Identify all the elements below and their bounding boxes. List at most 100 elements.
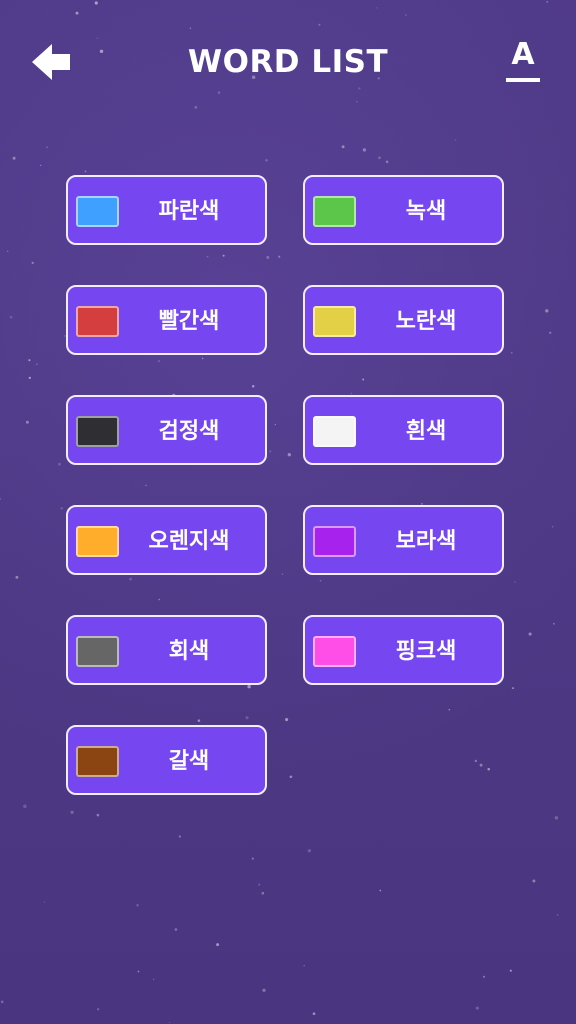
star-dot — [307, 849, 312, 853]
star-dot — [454, 139, 457, 141]
star-dot — [25, 420, 29, 424]
star-dot — [479, 763, 483, 767]
star-dot — [385, 160, 389, 164]
star-dot — [289, 775, 293, 779]
star-dot — [245, 716, 249, 720]
color-swatch — [76, 746, 119, 777]
color-swatch — [313, 196, 356, 227]
star-dot — [278, 255, 281, 258]
star-dot — [362, 378, 365, 381]
word-button[interactable]: 흰색 — [303, 395, 504, 465]
star-dot — [168, 1021, 171, 1024]
color-swatch — [313, 636, 356, 667]
star-dot — [12, 156, 16, 160]
star-dot — [287, 453, 291, 457]
word-button[interactable]: 빨간색 — [66, 285, 267, 355]
star-dot — [474, 759, 478, 763]
star-dot — [137, 970, 140, 973]
star-dot — [57, 462, 62, 466]
star-dot — [158, 360, 160, 363]
star-dot — [341, 145, 345, 149]
star-dot — [197, 719, 201, 722]
star-dot — [378, 156, 381, 160]
word-button[interactable]: 보라색 — [303, 505, 504, 575]
font-toggle-label: A — [511, 37, 535, 72]
color-swatch — [313, 306, 356, 337]
word-label: 회색 — [168, 639, 210, 664]
star-dot — [28, 359, 31, 362]
star-dot — [487, 767, 490, 771]
word-button[interactable]: 핑크색 — [303, 615, 504, 685]
arrow-left-icon — [32, 44, 70, 80]
star-dot — [9, 315, 13, 319]
star-dot — [174, 928, 178, 931]
star-dot — [312, 1012, 316, 1016]
star-dot — [281, 573, 284, 575]
star-dot — [178, 835, 182, 838]
star-dot — [43, 901, 46, 903]
word-button[interactable]: 회색 — [66, 615, 267, 685]
word-label: 노란색 — [395, 309, 457, 334]
star-dot — [84, 170, 87, 173]
star-dot — [545, 309, 549, 313]
star-dot — [60, 507, 63, 510]
page-title: WORD LIST — [187, 44, 389, 80]
star-dot — [266, 255, 270, 259]
star-dot — [31, 261, 34, 265]
star-dot — [136, 904, 139, 907]
word-label: 보라색 — [395, 529, 457, 554]
color-swatch — [313, 416, 356, 447]
star-dot — [15, 575, 19, 579]
star-dot — [556, 914, 559, 916]
star-dot — [319, 579, 322, 582]
star-dot — [70, 810, 74, 814]
star-dot — [549, 331, 552, 334]
color-swatch — [76, 196, 119, 227]
word-label: 갈색 — [168, 749, 210, 774]
word-button[interactable]: 녹색 — [303, 175, 504, 245]
color-swatch — [76, 416, 119, 447]
back-button[interactable] — [26, 38, 78, 86]
star-dot — [554, 816, 559, 820]
star-dot — [448, 708, 451, 711]
star-dot — [379, 889, 382, 892]
word-label: 녹색 — [405, 199, 447, 224]
word-button[interactable]: 갈색 — [66, 725, 267, 795]
star-dot — [216, 943, 220, 947]
word-button[interactable]: 노란색 — [303, 285, 504, 355]
star-dot — [261, 891, 265, 895]
word-button[interactable]: 검정색 — [66, 395, 267, 465]
star-dot — [96, 1008, 100, 1011]
word-button[interactable]: 파란색 — [66, 175, 267, 245]
star-dot — [251, 857, 254, 860]
star-dot — [201, 357, 204, 360]
star-dot — [222, 254, 225, 257]
font-toggle-button[interactable]: A — [500, 36, 546, 88]
word-label: 검정색 — [158, 419, 220, 444]
word-label: 파란색 — [158, 199, 220, 224]
star-dot — [509, 969, 512, 972]
star-dot — [532, 879, 536, 883]
header-bar: WORD LIST A — [0, 0, 576, 124]
star-dot — [269, 450, 272, 453]
color-swatch — [76, 526, 119, 557]
star-dot — [514, 581, 516, 583]
star-dot — [265, 159, 268, 162]
star-dot — [510, 351, 513, 354]
star-dot — [482, 975, 486, 978]
color-swatch — [76, 306, 119, 337]
font-toggle-underline — [506, 78, 540, 82]
star-dot — [262, 988, 266, 992]
star-dot — [206, 255, 209, 258]
word-label: 오렌지색 — [148, 529, 230, 554]
star-dot — [274, 423, 276, 426]
star-dot — [158, 598, 160, 601]
star-dot — [258, 883, 261, 886]
star-dot — [552, 526, 554, 528]
star-dot — [362, 148, 367, 152]
word-label: 핑크색 — [395, 639, 457, 664]
star-dot — [96, 813, 100, 817]
word-button[interactable]: 오렌지색 — [66, 505, 267, 575]
star-dot — [145, 484, 147, 487]
star-dot — [36, 363, 38, 366]
